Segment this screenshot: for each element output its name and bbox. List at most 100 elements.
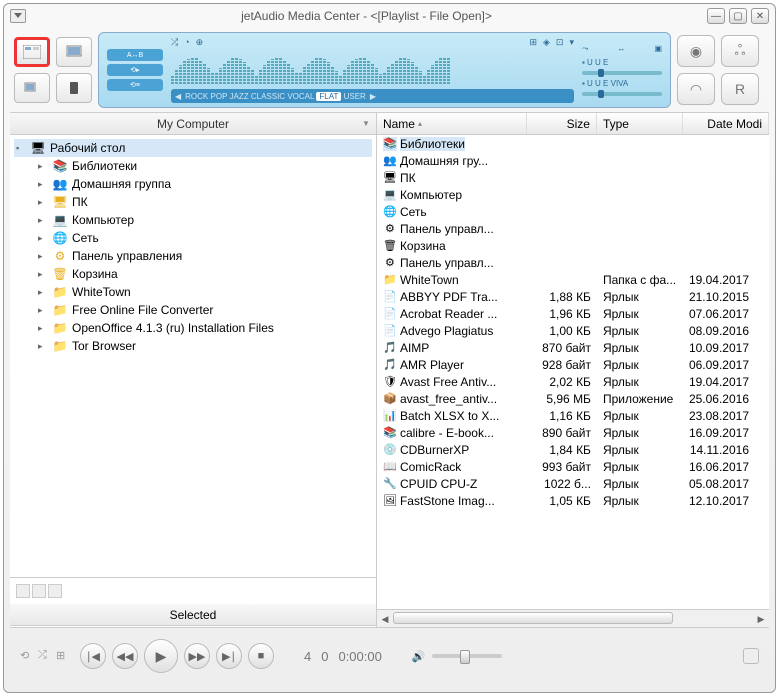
file-row[interactable]: 📚Библиотеки <box>377 135 769 152</box>
view-mode-1-button[interactable] <box>14 37 50 67</box>
close-button[interactable]: ✕ <box>751 8 769 24</box>
effects-icon[interactable]: ⊞ <box>56 649 70 663</box>
preset-jazz[interactable]: JAZZ <box>230 92 249 101</box>
sel-tool-1[interactable] <box>16 584 30 598</box>
prev-button[interactable]: ∣◀ <box>80 643 106 669</box>
tree-item[interactable]: ▸🖥ПК <box>36 193 372 211</box>
expand-icon[interactable]: ▸ <box>38 287 48 298</box>
speaker-icon[interactable]: 🔊 <box>412 650 426 663</box>
folder-tree[interactable]: ▪ 🖥 Рабочий стол ▸📚Библиотеки▸👥Домашняя … <box>10 135 376 577</box>
preset-classic[interactable]: CLASSIC <box>251 92 285 101</box>
tree-item[interactable]: ▸🗑Корзина <box>36 265 372 283</box>
preset-next[interactable]: ▶ <box>370 92 376 101</box>
file-row[interactable]: 🌐Сеть <box>377 203 769 220</box>
file-row[interactable]: ⚙Панель управл... <box>377 220 769 237</box>
col-header-name[interactable]: Name▴ <box>377 113 527 134</box>
preset-rock[interactable]: ROCK <box>185 92 208 101</box>
view-mode-3-button[interactable] <box>14 73 50 103</box>
col-header-type[interactable]: Type <box>597 113 683 134</box>
file-row[interactable]: 🛡Avast Free Antiv...2,02 КБЯрлык19.04.20… <box>377 373 769 390</box>
tree-item[interactable]: ▸👥Домашняя группа <box>36 175 372 193</box>
expand-icon[interactable]: ▸ <box>38 197 48 208</box>
tree-item[interactable]: ▸🌐Сеть <box>36 229 372 247</box>
bbe-slider[interactable] <box>582 71 662 75</box>
expand-icon[interactable]: ▸ <box>38 179 48 190</box>
minimize-button[interactable]: — <box>707 8 725 24</box>
file-row[interactable]: 🗑Корзина <box>377 237 769 254</box>
tree-item[interactable]: ▸⚙Панель управления <box>36 247 372 265</box>
tree-root-desktop[interactable]: ▪ 🖥 Рабочий стол <box>14 139 372 157</box>
file-row[interactable]: 📄Acrobat Reader ...1,96 КБЯрлык07.06.201… <box>377 305 769 322</box>
preset-pop[interactable]: POP <box>211 92 228 101</box>
view-mode-4-button[interactable] <box>56 73 92 103</box>
file-row[interactable]: 🖥ПК <box>377 169 769 186</box>
playbar-extra-button[interactable] <box>743 648 759 664</box>
col-header-size[interactable]: Size <box>527 113 597 134</box>
tree-item[interactable]: ▸📁Free Online File Converter <box>36 301 372 319</box>
file-row[interactable]: 📄Advego Plagiatus1,00 КБЯрлык08.09.2016 <box>377 322 769 339</box>
shuffle-icon[interactable]: ⤮ <box>38 649 52 663</box>
repeat-icon[interactable]: ⟲ <box>20 649 34 663</box>
expand-icon[interactable]: ▸ <box>38 251 48 262</box>
viva-slider[interactable] <box>582 92 662 96</box>
file-row[interactable]: ⚙Панель управл... <box>377 254 769 271</box>
file-row[interactable]: 📦avast_free_antiv...5,96 МБПриложение25.… <box>377 390 769 407</box>
expand-icon[interactable]: ▸ <box>38 215 48 226</box>
forward-button[interactable]: ▶▶ <box>184 643 210 669</box>
record-button[interactable]: ◉ <box>677 35 715 67</box>
file-row[interactable]: 📖ComicRack993 байтЯрлык16.06.2017 <box>377 458 769 475</box>
file-row[interactable]: 💻Компьютер <box>377 186 769 203</box>
repeat-chip[interactable]: ⟲▸ <box>107 64 163 76</box>
next-button[interactable]: ▶∣ <box>216 643 242 669</box>
file-row[interactable]: 🖼FastStone Imag...1,05 КБЯрлык12.10.2017 <box>377 492 769 509</box>
rewind-button[interactable]: ◀◀ <box>112 643 138 669</box>
sel-tool-3[interactable] <box>48 584 62 598</box>
collapse-icon[interactable]: ▪ <box>16 143 26 153</box>
app-menu-button[interactable] <box>10 9 26 23</box>
sel-tool-2[interactable] <box>32 584 46 598</box>
file-row[interactable]: 🎵AMR Player928 байтЯрлык06.09.2017 <box>377 356 769 373</box>
file-icon: ⚙ <box>383 222 397 236</box>
play-button[interactable]: ▶ <box>144 639 178 673</box>
tree-item[interactable]: ▸💻Компьютер <box>36 211 372 229</box>
view-mode-2-button[interactable] <box>56 37 92 67</box>
file-row[interactable]: 📚calibre - E-book...890 байтЯрлык16.09.2… <box>377 424 769 441</box>
expand-icon[interactable]: ▸ <box>38 323 48 334</box>
expand-icon[interactable]: ▸ <box>38 269 48 280</box>
tree-item[interactable]: ▸📁OpenOffice 4.1.3 (ru) Installation Fil… <box>36 319 372 337</box>
preset-prev[interactable]: ◀ <box>175 92 181 101</box>
tree-item[interactable]: ▸📚Библиотеки <box>36 157 372 175</box>
file-row[interactable]: 💿CDBurnerXP1,84 КБЯрлык14.11.2016 <box>377 441 769 458</box>
file-row[interactable]: 👥Домашняя гру... <box>377 152 769 169</box>
file-size: 5,96 МБ <box>527 392 597 406</box>
expand-icon[interactable]: ▸ <box>38 341 48 352</box>
expand-icon[interactable]: ▸ <box>38 161 48 172</box>
preset-user[interactable]: USER <box>344 92 366 101</box>
tree-item[interactable]: ▸📁WhiteTown <box>36 283 372 301</box>
volume-slider[interactable] <box>432 654 502 658</box>
horizontal-scrollbar[interactable]: ◀ ▶ <box>377 609 769 627</box>
burn-button[interactable]: ஃ <box>721 35 759 67</box>
scroll-right-icon[interactable]: ▶ <box>753 610 769 628</box>
ab-repeat-chip[interactable]: A↔B <box>107 49 163 61</box>
expand-icon[interactable]: ▸ <box>38 233 48 244</box>
preset-vocal[interactable]: VOCAL <box>287 92 314 101</box>
preset-flat[interactable]: FLAT <box>316 92 341 101</box>
tree-item[interactable]: ▸📁Tor Browser <box>36 337 372 355</box>
scroll-left-icon[interactable]: ◀ <box>377 610 393 628</box>
file-row[interactable]: 🎵AIMP870 байтЯрлык10.09.2017 <box>377 339 769 356</box>
rip-button[interactable]: R <box>721 73 759 105</box>
file-row[interactable]: 📁WhiteTownПапка с фа...19.04.2017 <box>377 271 769 288</box>
maximize-button[interactable]: ▢ <box>729 8 747 24</box>
stop-button[interactable]: ■ <box>248 643 274 669</box>
scroll-thumb[interactable] <box>393 612 673 624</box>
expand-icon[interactable]: ▸ <box>38 305 48 316</box>
file-row[interactable]: 📊Batch XLSX to X...1,16 КБЯрлык23.08.201… <box>377 407 769 424</box>
tree-header[interactable]: My Computer ▼ <box>10 113 376 135</box>
file-row[interactable]: 📄ABBYY PDF Tra...1,88 КБЯрлык21.10.2015 <box>377 288 769 305</box>
broadcast-button[interactable]: ◠ <box>677 73 715 105</box>
chip-3[interactable]: ⟲≡ <box>107 79 163 91</box>
col-header-date[interactable]: Date Modi <box>683 113 769 134</box>
file-row[interactable]: 🔧CPUID CPU-Z1022 б...Ярлык05.08.2017 <box>377 475 769 492</box>
file-list[interactable]: 📚Библиотеки👥Домашняя гру...🖥ПК💻Компьютер… <box>377 135 769 609</box>
